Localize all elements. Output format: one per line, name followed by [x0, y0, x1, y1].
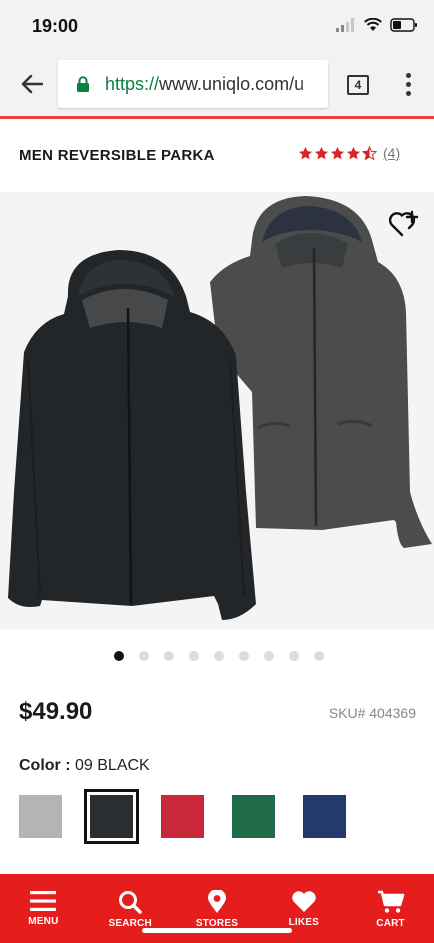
color-swatch[interactable] — [161, 795, 204, 838]
menu-icon — [30, 891, 57, 911]
nav-likes-label: LIKES — [288, 917, 320, 928]
signal-icon — [336, 18, 354, 32]
half-star-icon — [362, 145, 377, 160]
heart-icon — [292, 891, 316, 912]
carousel-dot[interactable] — [289, 651, 299, 661]
add-to-wishlist-button[interactable] — [388, 208, 420, 238]
url-fade — [298, 60, 328, 108]
color-swatch[interactable] — [232, 795, 275, 838]
nav-menu[interactable]: MENU — [0, 874, 87, 943]
search-icon — [119, 891, 142, 914]
tab-switcher-button[interactable]: 4 — [347, 75, 369, 95]
home-indicator — [142, 928, 292, 933]
back-button[interactable] — [18, 70, 46, 98]
carousel-dot[interactable] — [239, 651, 249, 661]
product-sku: SKU# 404369 — [328, 705, 416, 721]
back-arrow-icon — [21, 74, 43, 94]
star-icon — [314, 146, 329, 159]
carousel-dot[interactable] — [139, 651, 149, 661]
carousel-dot[interactable] — [264, 651, 274, 661]
review-count-link[interactable]: (4) — [383, 145, 400, 161]
url-text: https://www.uniqlo.com/u — [105, 74, 304, 95]
url-host: www.uniqlo.com/u — [159, 74, 305, 94]
star-icon — [298, 146, 313, 159]
star-icon — [330, 146, 345, 159]
lock-icon — [77, 76, 89, 92]
product-header: MEN REVERSIBLE PARKA (4) — [0, 119, 434, 192]
star-icon — [346, 146, 361, 159]
browser-toolbar: https://www.uniqlo.com/u 4 — [0, 52, 434, 116]
cart-icon — [377, 890, 404, 913]
swatch-color-fill — [90, 795, 133, 838]
color-label: Color : 09 BLACK — [19, 757, 150, 775]
battery-icon — [390, 18, 417, 32]
nav-cart-label: CART — [376, 918, 405, 929]
color-value: 09 BLACK — [75, 757, 150, 774]
carousel-dot[interactable] — [314, 651, 324, 661]
status-time: 19:00 — [32, 16, 79, 36]
carousel-dot[interactable] — [164, 651, 174, 661]
product-image-carousel[interactable] — [0, 192, 434, 629]
carousel-dot[interactable] — [189, 651, 199, 661]
address-bar[interactable]: https://www.uniqlo.com/u — [58, 60, 328, 108]
product-price: $49.90 — [19, 698, 93, 725]
product-image — [8, 196, 432, 620]
color-swatches — [19, 789, 374, 844]
rating-stars — [298, 145, 377, 161]
url-scheme: https:// — [105, 74, 160, 94]
carousel-pagination — [0, 651, 434, 661]
color-label-key: Color : — [19, 757, 71, 774]
carousel-dot[interactable] — [114, 651, 124, 661]
wifi-icon — [364, 18, 382, 31]
status-bar: 19:00 — [0, 0, 434, 52]
status-icons — [336, 18, 418, 32]
product-rating[interactable]: (4) — [298, 145, 400, 161]
color-swatch-selected[interactable] — [84, 789, 139, 844]
heart-plus-icon — [388, 210, 419, 237]
menu-dots-icon[interactable] — [400, 73, 416, 97]
color-swatch[interactable] — [303, 795, 346, 838]
location-pin-icon — [207, 890, 226, 913]
nav-cart[interactable]: CART — [347, 874, 434, 943]
product-title: MEN REVERSIBLE PARKA — [19, 147, 215, 164]
nav-menu-label: MENU — [28, 916, 59, 927]
carousel-dot[interactable] — [214, 651, 224, 661]
color-swatch[interactable] — [19, 795, 62, 838]
